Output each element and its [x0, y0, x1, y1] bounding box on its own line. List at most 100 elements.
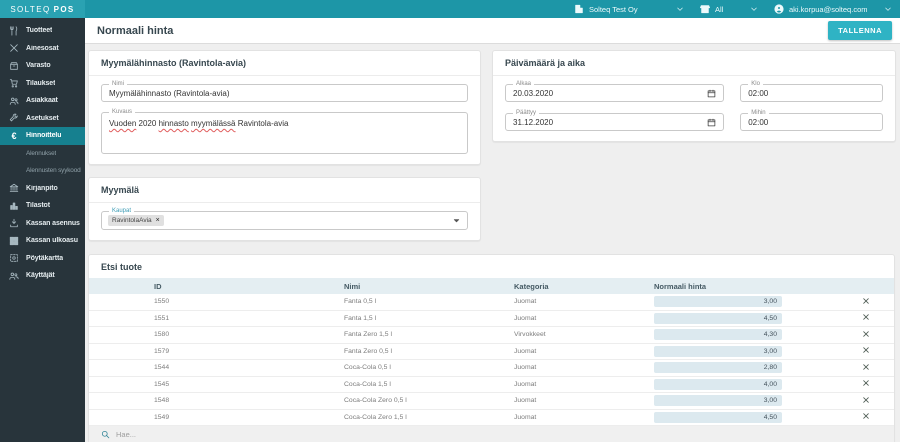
price-input[interactable]: 3,00 [654, 395, 782, 406]
start-time-field[interactable]: Klo 02:00 [740, 84, 883, 102]
remove-row-button[interactable] [860, 361, 872, 373]
sidebar-item[interactable]: Kassan asennus [0, 215, 85, 233]
save-button[interactable]: TALLENNA [828, 21, 892, 40]
remove-row-button[interactable] [860, 410, 872, 422]
sidebar-item[interactable]: € Hinnoittelu [0, 127, 85, 145]
company-selector[interactable]: Solteq Test Oy [574, 4, 684, 14]
logo-text-secondary: POS [54, 5, 75, 14]
sidebar-item[interactable]: Tuotteet [0, 22, 85, 40]
start-date-label: Alkaa [513, 81, 534, 87]
price-input[interactable]: 3,00 [654, 296, 782, 307]
product-id: 1579 [154, 348, 344, 355]
sidebar-item[interactable]: Alennusten syykoodit [0, 162, 85, 180]
datetime-card-title: Päivämäärä ja aika [493, 51, 895, 76]
end-time-field[interactable]: Mihin 02:00 [740, 113, 883, 131]
sidebar-item[interactable]: Pöytäkartta [0, 250, 85, 268]
price-input[interactable]: 4,50 [654, 412, 782, 423]
table-body: 1550 Fanta 0,5 l Juomat 3,00 1551 Fanta … [89, 294, 894, 426]
calendar-icon[interactable] [707, 89, 716, 98]
user-menu[interactable]: aki.korpua@solteq.com [774, 4, 892, 14]
sidebar-item[interactable]: Asiakkaat [0, 92, 85, 110]
price-input[interactable]: 2,80 [654, 362, 782, 373]
product-category: Juomat [514, 381, 654, 388]
dropdown-caret-icon[interactable] [452, 216, 461, 225]
building-icon [574, 4, 584, 14]
description-field-value: Vuoden 2020 hinnasto myymälässä Ravintol… [109, 118, 288, 130]
price-input[interactable]: 3,00 [654, 346, 782, 357]
product-category: Juomat [514, 414, 654, 421]
remove-row-button[interactable] [860, 344, 872, 356]
shops-select[interactable]: Kaupat RavintolaAvia × [101, 211, 468, 230]
column-header-category: Kategoria [514, 282, 654, 291]
start-date-field[interactable]: Alkaa 20.03.2020 [505, 84, 724, 102]
name-field[interactable]: Nimi Myymälähinnasto (Ravintola-avia) [101, 84, 468, 102]
remove-row-button[interactable] [860, 295, 872, 307]
users-icon [9, 271, 19, 281]
column-header-price: Normaali hinta [654, 282, 860, 291]
sidebar-item[interactable]: Asetukset [0, 110, 85, 128]
page-title: Normaali hinta [97, 25, 173, 37]
store-card-title: Myymälä [89, 178, 480, 203]
sidebar-item-label: Kirjanpito [26, 185, 58, 192]
product-name: Coca-Cola 0,5 l [344, 364, 514, 371]
sidebar-item[interactable]: Ainesosat [0, 40, 85, 58]
orders-icon [9, 78, 19, 88]
description-field[interactable]: Kuvaus Vuoden 2020 hinnasto myymälässä R… [101, 112, 468, 154]
sidebar-item-label: Tuotteet [26, 27, 52, 34]
name-field-label: Nimi [109, 81, 127, 87]
sidebar-item[interactable]: Kassan ulkoasu [0, 232, 85, 250]
sidebar-item-label: Kassan asennus [26, 220, 80, 227]
pricing-icon: € [9, 131, 19, 141]
user-email: aki.korpua@solteq.com [789, 5, 867, 14]
products-icon [9, 26, 19, 36]
sidebar-item[interactable]: Kirjanpito [0, 180, 85, 198]
product-id: 1545 [154, 381, 344, 388]
sidebar-item[interactable]: Käyttäjät [0, 267, 85, 285]
remove-row-button[interactable] [860, 377, 872, 389]
end-time-label: Mihin [748, 110, 768, 116]
sidebar-item-label: Asiakkaat [26, 97, 58, 104]
inventory-icon [9, 61, 19, 71]
remove-row-button[interactable] [860, 328, 872, 340]
table-map-icon [9, 253, 19, 263]
price-input[interactable]: 4,30 [654, 329, 782, 340]
product-search-bar [89, 426, 894, 442]
sidebar-item[interactable]: Alennukset [0, 145, 85, 163]
sidebar-item[interactable]: Tilastot [0, 197, 85, 215]
price-input[interactable]: 4,50 [654, 313, 782, 324]
price-input[interactable]: 4,00 [654, 379, 782, 390]
table-row: 1580 Fanta Zero 1,5 l Virvokkeet 4,30 [89, 327, 894, 344]
sidebar-item[interactable]: Tilaukset [0, 75, 85, 93]
sidebar-item-label: Pöytäkartta [26, 255, 63, 262]
remove-row-button[interactable] [860, 394, 872, 406]
sidebar-item-label: Asetukset [26, 115, 59, 122]
description-field-label: Kuvaus [109, 109, 135, 115]
logo-text-primary: SOLTEQ [10, 5, 50, 14]
end-date-field[interactable]: Päättyy 31.12.2020 [505, 113, 724, 131]
chevron-down-icon [884, 5, 892, 13]
customers-icon [9, 96, 19, 106]
sidebar-item[interactable]: Varasto [0, 57, 85, 75]
product-name: Coca-Cola Zero 1,5 l [344, 414, 514, 421]
calendar-icon[interactable] [707, 118, 716, 127]
sidebar: Tuotteet Ainesosat Varasto Tilaukset Asi… [0, 18, 85, 442]
remove-row-button[interactable] [860, 311, 872, 323]
sidebar-item-label: Hinnoittelu [26, 132, 61, 139]
search-input[interactable] [116, 430, 336, 439]
product-id: 1544 [154, 364, 344, 371]
product-category: Juomat [514, 348, 654, 355]
sidebar-item-label: Tilaukset [26, 80, 55, 87]
store-selector[interactable]: All [700, 4, 758, 14]
price-list-card: Myymälähinnasto (Ravintola-avia) Nimi My… [88, 50, 481, 165]
avatar-icon [774, 4, 784, 14]
topbar-right: Solteq Test Oy All aki.korpua@solteq.com [574, 0, 900, 18]
product-search-card: Etsi tuote ID Nimi Kategoria Normaali hi… [88, 254, 895, 442]
chip-remove-icon[interactable]: × [156, 217, 160, 224]
shop-chip-label: RavintolaAvia [112, 217, 152, 224]
product-id: 1549 [154, 414, 344, 421]
settings-icon [9, 113, 19, 123]
product-name: Coca-Cola 1,5 l [344, 381, 514, 388]
app-window: SOLTEQ POS Solteq Test Oy All aki.korpua… [0, 0, 900, 442]
start-time-value: 02:00 [748, 89, 768, 98]
statistics-icon [9, 201, 19, 211]
